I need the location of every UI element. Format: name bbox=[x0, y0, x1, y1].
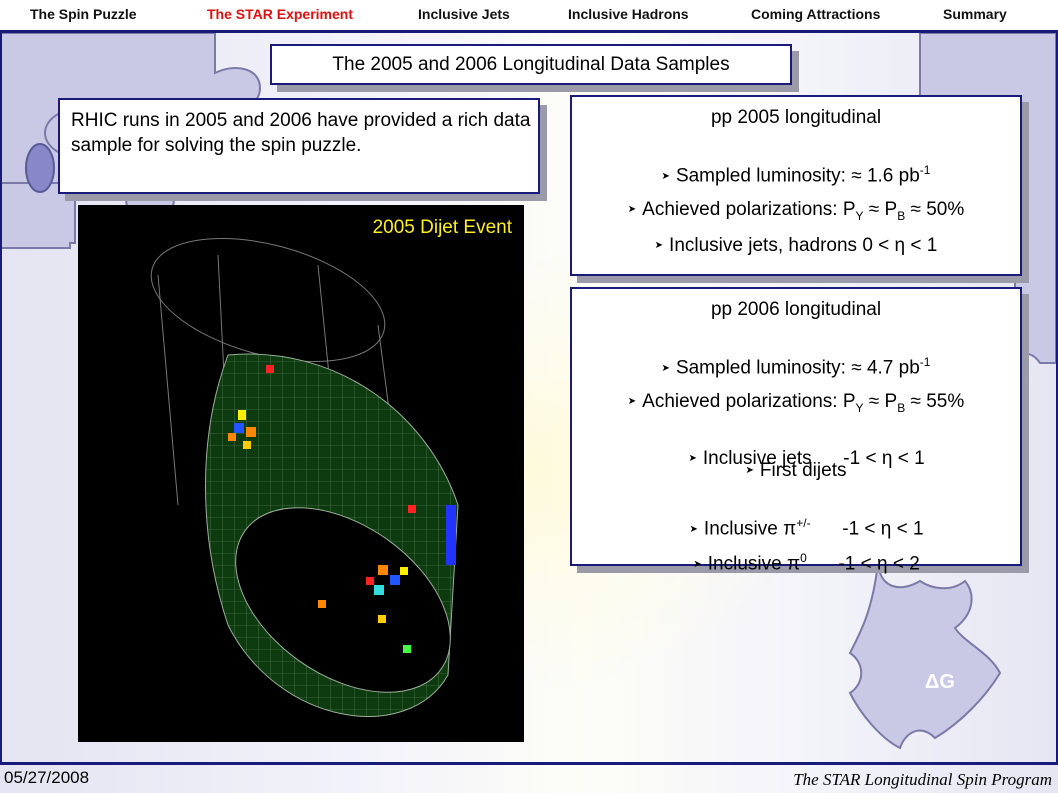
run-2006-pi0: ➤ Inclusive π0 -1 < η < 2 bbox=[693, 551, 920, 575]
bullet-arrow-icon: ➤ bbox=[654, 240, 664, 252]
footer-date: 05/27/2008 bbox=[4, 768, 90, 787]
delta-g-label: ΔG bbox=[925, 671, 955, 693]
run-2006-title: pp 2006 longitudinal bbox=[710, 299, 882, 320]
image-caption: 2005 Dijet Event bbox=[372, 217, 512, 238]
run-2005-luminosity: ➤ Sampled luminosity: ≈ 1.6 pb-1 bbox=[661, 163, 931, 187]
nav-spin-puzzle[interactable]: The Spin Puzzle bbox=[30, 6, 137, 22]
bullet-arrow-icon: ➤ bbox=[661, 170, 670, 182]
run-2006-box: pp 2006 longitudinal ➤ Sampled luminosity… bbox=[570, 287, 1022, 574]
footer-divider bbox=[0, 762, 1058, 765]
detector-display bbox=[150, 237, 459, 717]
nav-summary[interactable]: Summary bbox=[943, 6, 1007, 22]
run-2006-polarization: ➤ Achieved polarizations: PY ≈ PB ≈ 55% bbox=[627, 391, 965, 415]
frame-left bbox=[0, 33, 2, 763]
run-2005-polarization: ➤ Achieved polarizations: PY ≈ PB ≈ 50% bbox=[627, 199, 965, 223]
nav-inclusive-hadrons[interactable]: Inclusive Hadrons bbox=[568, 6, 689, 22]
nav-coming-attractions[interactable]: Coming Attractions bbox=[751, 6, 880, 22]
bullet-arrow-icon: ➤ bbox=[627, 396, 637, 408]
run-2006-jets: ➤ Inclusive jets -1 < η < 1 bbox=[688, 448, 925, 469]
run-2006-dijets: ➤ First dijets bbox=[745, 460, 847, 481]
footer-program: The STAR Longitudinal Spin Program bbox=[793, 770, 1052, 789]
top-nav: The Spin Puzzle The STAR Experiment Incl… bbox=[0, 0, 1058, 30]
run-2005-eta: ➤ Inclusive jets, hadrons 0 < η < 1 bbox=[654, 235, 938, 256]
slide-title: The 2005 and 2006 Longitudinal Data Samp… bbox=[332, 54, 730, 75]
run-2005-title: pp 2005 longitudinal bbox=[710, 107, 882, 128]
nav-star-experiment[interactable]: The STAR Experiment bbox=[207, 6, 353, 22]
puzzle-knob-left bbox=[25, 143, 55, 193]
bullet-arrow-icon: ➤ bbox=[693, 558, 702, 570]
bullet-arrow-icon: ➤ bbox=[745, 465, 754, 477]
intro-text: RHIC runs in 2005 and 2006 have provided… bbox=[71, 110, 531, 156]
bullet-arrow-icon: ➤ bbox=[627, 204, 637, 216]
dijet-event-image: 2005 Dijet Event bbox=[78, 205, 524, 742]
slide-title-box: The 2005 and 2006 Longitudinal Data Samp… bbox=[270, 44, 792, 85]
nav-inclusive-jets[interactable]: Inclusive Jets bbox=[418, 6, 510, 22]
run-2005-box: pp 2005 longitudinal ➤ Sampled luminosity… bbox=[570, 95, 1022, 276]
nav-divider bbox=[0, 30, 1058, 33]
run-2006-luminosity: ➤ Sampled luminosity: ≈ 4.7 pb-1 bbox=[661, 355, 931, 379]
intro-box: RHIC runs in 2005 and 2006 have provided… bbox=[58, 98, 540, 194]
bullet-arrow-icon: ➤ bbox=[661, 362, 670, 374]
